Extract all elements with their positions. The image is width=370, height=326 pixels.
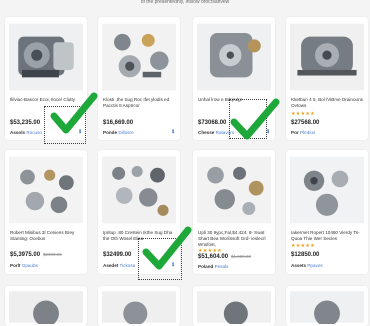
product-image[interactable] <box>290 154 364 226</box>
product-image[interactable] <box>197 154 271 226</box>
vendor: Asedet Tickosa <box>103 263 136 268</box>
product-card[interactable]: Ipritup .80 Crestein Ikthe Sug Dha the O… <box>98 150 180 274</box>
product-title[interactable]: Upli 30 9ypc,Fal,$4.424. 8- Swat Shart B… <box>198 230 270 248</box>
product-title[interactable]: Robert Misibus 3l Ceniens Brey Stanting:… <box>10 230 82 242</box>
product-card[interactable]: Iakermet Ropert 10460 Vierdy Ts- Quoa Th… <box>286 150 368 274</box>
product-card[interactable] <box>5 286 87 326</box>
product-card[interactable] <box>98 286 180 326</box>
vendor: Chesse Ratavoro <box>198 130 235 135</box>
product-image[interactable] <box>197 21 271 93</box>
product-title[interactable]: Klosti ,the Sug Roc Ifet ylodis ed Pacct… <box>103 97 175 109</box>
product-card[interactable]: Ililviac-Bascor Ecoi, Iloce/ Clutty $53,… <box>5 17 87 140</box>
engine-part-image <box>102 291 176 324</box>
product-title[interactable]: Kketbun 4 5, Bol /ViBrve Drainouns Ovtow… <box>291 97 363 109</box>
product-card[interactable]: Klosti ,the Sug Roc Ifet ylodis ed Pacct… <box>98 17 180 140</box>
product-image[interactable] <box>102 154 176 226</box>
product-title[interactable]: Ipritup .80 Crestein Ikthe Sug Dha the O… <box>103 230 175 242</box>
product-price: $51,604.00 $1,680.00 <box>198 254 252 260</box>
product-card[interactable]: Robert Misibus 3l Ceniens Brey Stanting:… <box>5 150 87 274</box>
vendor: Assols Rocuso <box>10 130 42 135</box>
product-image[interactable] <box>9 154 83 226</box>
product-image[interactable] <box>197 290 271 324</box>
product-card[interactable]: Kketbun 4 5, Bol /ViBrve Drainouns Ovtow… <box>286 17 368 140</box>
product-image[interactable] <box>102 290 176 324</box>
vendor: Assets Ppaves <box>291 263 323 268</box>
info-icon[interactable]: ℹ <box>172 129 174 135</box>
clutch-parts-image <box>290 156 364 224</box>
gearbox-image <box>197 23 271 91</box>
product-image[interactable] <box>290 290 364 324</box>
product-card[interactable]: Upli 30 9ypc,Fal,$4.424. 8- Swat Shart B… <box>193 150 275 274</box>
product-price: $73068.00 <box>198 120 227 126</box>
product-card[interactable] <box>193 286 275 326</box>
vendor: Porlt Opaubs <box>10 263 38 268</box>
vendor: Poland Pesals <box>198 264 229 269</box>
product-title[interactable]: Unhal lrow e Bdqrulgr <box>198 97 270 103</box>
motor-assembly-image <box>290 23 364 91</box>
product-price: $5,3975.00 $2990.00 <box>10 252 62 258</box>
engine-part-image <box>9 291 83 324</box>
parts-assortment-image <box>102 23 176 91</box>
info-icon[interactable]: ℹ <box>79 129 81 135</box>
product-price: $27568.00 <box>291 120 320 126</box>
engine-part-image <box>290 291 364 324</box>
product-price: $16,669.00 <box>103 120 134 126</box>
gear-kit-image <box>9 156 83 224</box>
product-price: $12850.00 <box>291 252 320 258</box>
product-card[interactable]: Unhal lrow e Bdqrulgr $73068.00 Chesse R… <box>193 17 275 140</box>
product-image[interactable] <box>102 21 176 93</box>
product-title[interactable]: Iakermet Ropert 10460 Vierdy Ts- Quoa Th… <box>291 230 363 242</box>
engine-transmission-image <box>9 23 83 91</box>
engine-part-image <box>197 291 271 324</box>
rating-stars: ★★★★★ <box>291 243 315 249</box>
vendor: Por Plmbus <box>291 130 316 135</box>
spare-parts-set-image <box>102 156 176 224</box>
header-caption: of the presentednly, insiow orocrsarivew <box>140 0 230 5</box>
info-icon[interactable]: ℹ <box>267 129 269 135</box>
product-image[interactable] <box>9 21 83 93</box>
rating-stars: ★★★★★ <box>291 111 315 117</box>
vendor: Ponde Dillosre <box>103 130 134 135</box>
product-title[interactable]: Ililviac-Bascor Ecoi, Iloce/ Clutty <box>10 97 82 103</box>
product-card[interactable] <box>286 286 368 326</box>
product-image[interactable] <box>9 290 83 324</box>
info-icon[interactable]: ℹ <box>172 262 174 268</box>
product-price: $32499.00 <box>103 252 132 258</box>
product-image[interactable] <box>290 21 364 93</box>
product-price: $53,235.00 <box>10 120 41 126</box>
components-collection-image <box>197 156 271 224</box>
